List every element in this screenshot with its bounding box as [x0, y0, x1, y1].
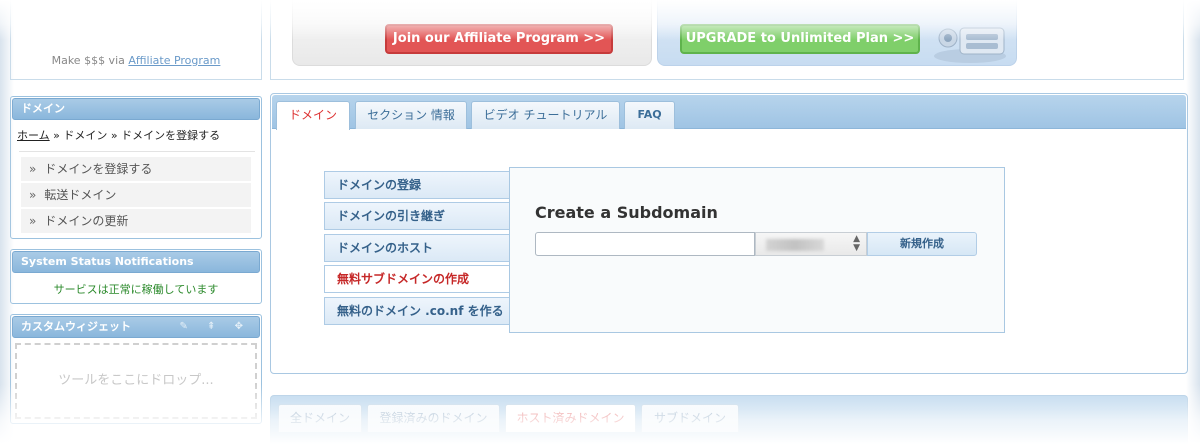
domain-sidebar-panel: ドメイン ホーム » ドメイン » ドメインを登録する » ドメインを登録する »… — [10, 96, 262, 239]
tab-subdomains[interactable]: サブドメイン — [641, 404, 739, 432]
sidebar-item-label: 転送ドメイン — [44, 188, 117, 202]
chevron-right-icon: » — [29, 188, 37, 202]
tab-hosted-domains[interactable]: ホスト済みドメイン — [505, 404, 636, 432]
sidebar-item-label: ドメインを登録する — [44, 162, 153, 176]
subdomain-input[interactable] — [535, 232, 755, 256]
tab-section-info[interactable]: セクション 情報 — [355, 101, 467, 129]
nav-create-free-conf-domain[interactable]: 無料のドメイン .co.nf を作る — [324, 297, 514, 325]
create-subdomain-button[interactable]: 新規作成 — [867, 232, 977, 256]
domain-select[interactable]: ▲ ▼ — [755, 232, 867, 256]
domain-panel-title: ドメイン — [12, 98, 260, 120]
tab-video-tutorial[interactable]: ビデオ チュートリアル — [471, 101, 620, 129]
widget-drop-zone[interactable]: ツールをここにドロップ... — [15, 343, 257, 419]
custom-widget-panel: カスタムウィジェット ✎ ⇞ ✥ ツールをここにドロップ... — [10, 314, 262, 424]
breadcrumb-domain: ドメイン — [63, 129, 108, 142]
chevron-right-icon: » — [29, 162, 37, 176]
affiliate-text: Make $$$ via Affiliate Program — [11, 54, 261, 67]
divider — [19, 151, 255, 152]
breadcrumb: ホーム » ドメイン » ドメインを登録する — [17, 127, 220, 143]
nav-host-domain[interactable]: ドメインのホスト — [324, 234, 514, 262]
nav-register-domain[interactable]: ドメインの登録 — [324, 171, 514, 199]
tab-all-domains[interactable]: 全ドメイン — [278, 404, 362, 432]
tab-registered-domains[interactable]: 登録済みのドメイン — [367, 404, 500, 432]
chevron-right-icon: » — [29, 214, 37, 228]
nav-create-free-subdomain[interactable]: 無料サブドメインの作成 — [324, 265, 514, 293]
status-message: サービスは正常に稼働しています — [53, 283, 219, 296]
widget-tool-icons[interactable]: ✎ ⇞ ✥ — [180, 321, 252, 332]
join-affiliate-button[interactable]: Join our Affiliate Program >> — [385, 24, 613, 54]
sidebar-item-transfer-domain[interactable]: » 転送ドメイン — [21, 183, 251, 207]
breadcrumb-separator: » — [107, 129, 122, 142]
tab-faq[interactable]: FAQ — [624, 101, 675, 129]
sidebar-item-label: ドメインの更新 — [44, 214, 129, 228]
tab-domain[interactable]: ドメイン — [276, 101, 350, 130]
redacted-domain-value — [766, 239, 824, 251]
breadcrumb-home-link[interactable]: ホーム — [17, 129, 50, 142]
upgrade-promo: UPGRADE to Unlimited Plan >> — [657, 0, 1017, 66]
tab-strip: ドメイン セクション 情報 ビデオ チュートリアル FAQ — [272, 95, 1186, 130]
create-subdomain-form: Create a Subdomain ▲ ▼ 新規作成 — [509, 167, 1005, 333]
form-title: Create a Subdomain — [535, 203, 718, 222]
affiliate-program-link[interactable]: Affiliate Program — [128, 54, 220, 67]
affiliate-box: Make $$$ via Affiliate Program — [10, 0, 262, 80]
breadcrumb-separator: » — [49, 129, 64, 142]
nav-transfer-domain[interactable]: ドメインの引き継ぎ — [324, 202, 514, 230]
server-illustration-icon — [934, 27, 1006, 63]
breadcrumb-current: ドメインを登録する — [121, 129, 221, 142]
affiliate-promo: Join our Affiliate Program >> — [292, 0, 652, 66]
domain-list-panel: 全ドメイン 登録済みのドメイン ホスト済みドメイン サブドメイン — [270, 395, 1188, 444]
sidebar-item-register-domain[interactable]: » ドメインを登録する — [21, 157, 251, 181]
status-panel: System Status Notifications サービスは正常に稼働して… — [10, 249, 262, 304]
upgrade-plan-button[interactable]: UPGRADE to Unlimited Plan >> — [680, 24, 920, 54]
fade-overlay-right — [1186, 0, 1200, 444]
affiliate-prefix: Make $$$ via — [51, 54, 125, 67]
status-panel-title: System Status Notifications — [12, 251, 260, 273]
select-arrows-icon: ▲ ▼ — [853, 234, 860, 253]
sidebar-item-renew-domain[interactable]: » ドメインの更新 — [21, 209, 251, 233]
